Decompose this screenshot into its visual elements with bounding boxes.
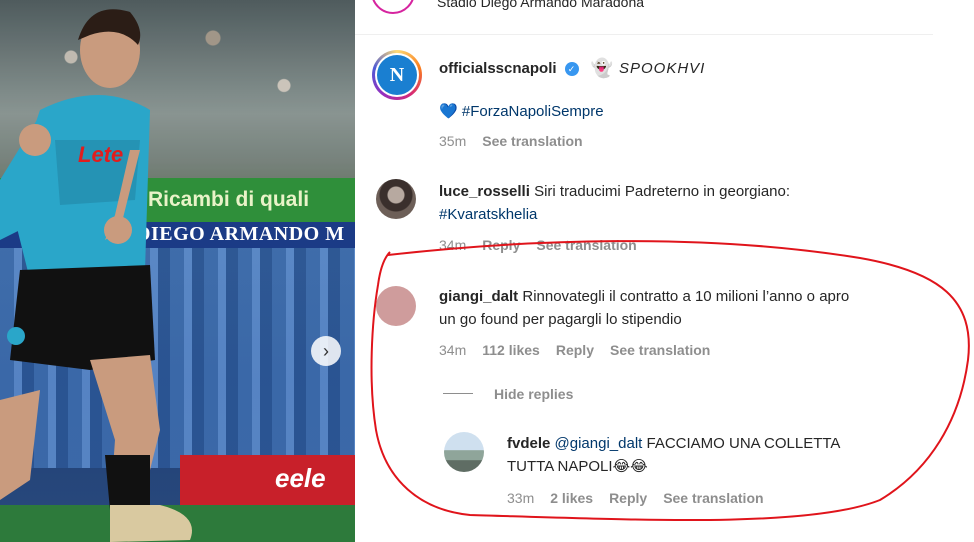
ghost-emoji: 👻 [590, 58, 613, 78]
comment-luce-meta: 34m Reply See translation [439, 237, 637, 253]
post-location[interactable]: Stadio Diego Armando Maradona [437, 0, 644, 10]
reply-time[interactable]: 33m [507, 490, 534, 506]
chevron-right-icon[interactable]: › [311, 336, 341, 366]
player-figure: Lete [0, 9, 192, 542]
reply-text-line2: TUTTA NAPOLI😂😂 [507, 458, 648, 475]
reply-button[interactable]: Reply [482, 237, 520, 253]
caption-hashtag[interactable]: #ForzaNapoliSempre [462, 103, 604, 120]
comment-text-line1: Rinnovategli il contratto a 10 milioni l… [522, 288, 850, 305]
reply-text-line1: FACCIAMO UNA COLLETTA [646, 435, 841, 452]
reply-button[interactable]: Reply [556, 342, 594, 358]
reply-fvdele-meta: 33m 2 likes Reply See translation [507, 490, 764, 506]
caption-meta: 35m See translation [439, 133, 583, 149]
comment-time[interactable]: 34m [439, 237, 466, 253]
hide-replies[interactable]: Hide replies [494, 386, 573, 402]
comment-hashtag[interactable]: #Kvaratskhelia [439, 206, 537, 223]
comment-username[interactable]: luce_rosselli [439, 183, 530, 200]
likes-count[interactable]: 2 likes [550, 490, 593, 506]
comment-text-line2: un go found per pagargli lo stipendio [439, 311, 682, 328]
reply-button[interactable]: Reply [609, 490, 647, 506]
comment-text: Siri traducimi Padreterno in georgiano: [534, 183, 791, 200]
caption-text: 💙 #ForzaNapoliSempre [439, 100, 604, 123]
reply-username[interactable]: fvdele [507, 435, 550, 452]
see-translation-button[interactable]: See translation [536, 237, 636, 253]
caption-avatar[interactable]: N [372, 50, 422, 100]
comment-avatar-luce[interactable] [376, 179, 416, 219]
reply-avatar-fvdele[interactable] [444, 432, 484, 472]
reply-fvdele: fvdele @giangi_dalt FACCIAMO UNA COLLETT… [507, 432, 927, 478]
comment-time[interactable]: 34m [439, 342, 466, 358]
caption-username[interactable]: officialsscnapoli [439, 60, 557, 77]
svg-text:Lete: Lete [78, 142, 123, 167]
caption-header: officialsscnapoli ✓ 👻 SPOOKHVI [439, 58, 705, 79]
caption-see-translation[interactable]: See translation [482, 133, 582, 149]
comments-panel: Stadio Diego Armando Maradona N official… [355, 0, 974, 542]
likes-count[interactable]: 112 likes [482, 342, 540, 358]
verified-badge-icon: ✓ [564, 61, 579, 76]
comment-giangi-meta: 34m 112 likes Reply See translation [439, 342, 710, 358]
comment-giangi: giangi_dalt Rinnovategli il contratto a … [439, 285, 929, 331]
header-divider [355, 34, 933, 35]
post-author-avatar[interactable] [371, 0, 415, 14]
comment-username[interactable]: giangi_dalt [439, 288, 518, 305]
replies-divider-line [443, 393, 473, 394]
caption-spook-text: SPOOKHVI [618, 60, 706, 77]
caption-time[interactable]: 35m [439, 133, 466, 149]
post-photo[interactable]: Ricambi di quali DIEGO ARMANDO M eele Le… [0, 0, 355, 542]
comment-avatar-giangi[interactable] [376, 286, 416, 326]
photo-adboard: eele [180, 455, 355, 505]
see-translation-button[interactable]: See translation [663, 490, 763, 506]
blue-heart-emoji: 💙 [439, 103, 458, 120]
reply-mention[interactable]: @giangi_dalt [555, 435, 643, 452]
comment-luce: luce_rosselli Siri traducimi Padreterno … [439, 180, 909, 226]
hide-replies-button[interactable]: Hide replies [494, 386, 573, 402]
see-translation-button[interactable]: See translation [610, 342, 710, 358]
